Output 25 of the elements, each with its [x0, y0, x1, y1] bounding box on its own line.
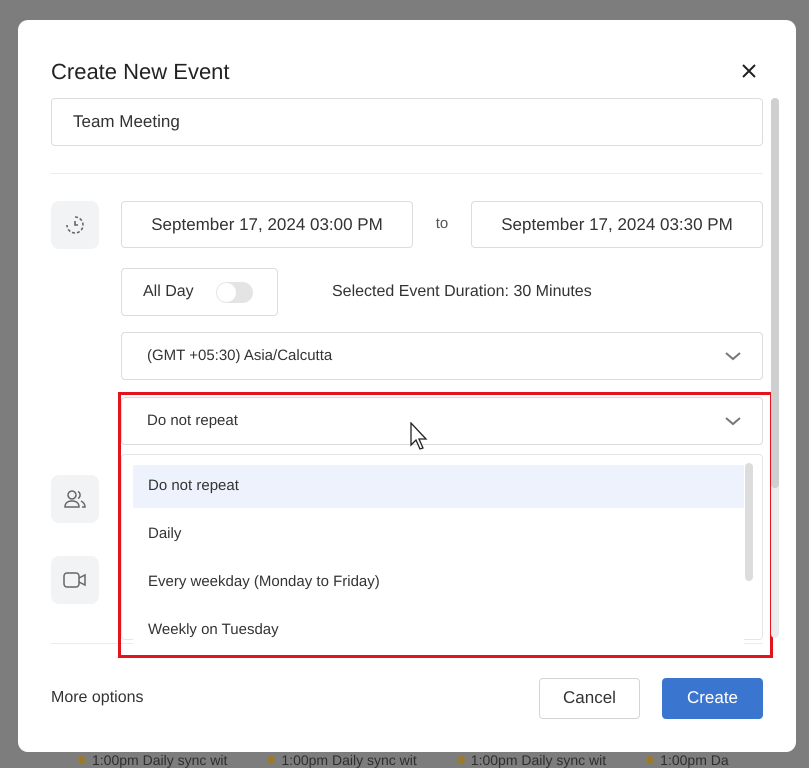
- background-event-label: 1:00pm Da: [660, 752, 729, 768]
- close-icon[interactable]: [742, 64, 756, 78]
- background-event-label: 1:00pm Daily sync wit: [470, 752, 606, 768]
- mouse-pointer-icon: [410, 422, 430, 450]
- timezone-dropdown[interactable]: (GMT +05:30) Asia/Calcutta: [121, 332, 763, 380]
- cancel-button[interactable]: Cancel: [539, 678, 640, 718]
- repeat-dropdown[interactable]: Do not repeat: [121, 397, 763, 445]
- chevron-down-icon: [724, 351, 742, 361]
- clock-icon: [65, 215, 85, 235]
- dialog-title: Create New Event: [51, 58, 230, 86]
- create-button[interactable]: Create: [662, 678, 763, 718]
- start-date-field[interactable]: September 17, 2024 03:00 PM: [121, 201, 413, 248]
- end-date-field[interactable]: September 17, 2024 03:30 PM: [471, 201, 763, 248]
- background-event-label: 1:00pm Daily sync wit: [281, 752, 417, 768]
- all-day-label: All Day: [143, 282, 194, 302]
- all-day-toggle[interactable]: [216, 282, 253, 302]
- chevron-down-icon: [724, 416, 742, 426]
- background-event-label: 1:00pm Daily sync wit: [92, 752, 228, 768]
- video-camera-icon: [63, 571, 87, 589]
- people-icon: [64, 489, 86, 509]
- more-options-link[interactable]: More options: [51, 686, 144, 710]
- to-label: to: [434, 214, 450, 234]
- title-input-field[interactable]: Team Meeting: [51, 98, 763, 146]
- duration-text: Selected Event Duration: 30 Minutes: [332, 282, 592, 302]
- repeat-option[interactable]: Do not repeat: [133, 465, 744, 508]
